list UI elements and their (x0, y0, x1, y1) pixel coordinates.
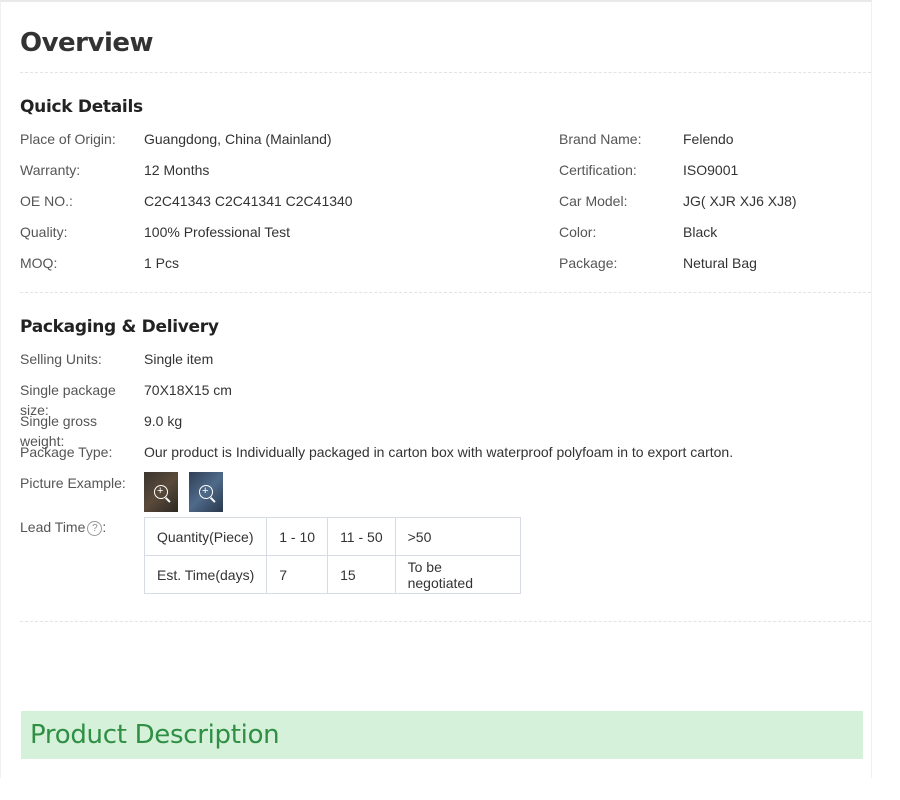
detail-value: 12 Months (144, 162, 210, 178)
divider (20, 621, 871, 622)
packaging-delivery-title: Packaging & Delivery (20, 317, 219, 337)
zoom-icon: + (199, 485, 213, 499)
detail-value: Netural Bag (683, 255, 757, 271)
table-cell: Est. Time(days) (143, 555, 268, 594)
packaging-label: Selling Units: (20, 351, 102, 367)
detail-value: Black (683, 224, 718, 240)
detail-value: Felendo (683, 131, 734, 147)
quick-details-right-column: Brand Name: Felendo Certification: ISO90… (559, 129, 797, 284)
packaging-label: Single package size: (20, 382, 116, 418)
detail-row: Certification: ISO9001 (559, 160, 797, 191)
product-detail-panel: Overview Quick Details Place of Origin: … (0, 0, 872, 778)
table-cell: Quantity(Piece) (143, 517, 268, 556)
detail-label: Certification: (559, 162, 637, 178)
packaging-value: 9.0 kg (144, 413, 183, 429)
table-cell: 7 (266, 555, 329, 594)
picture-example-label: Picture Example: (20, 475, 126, 491)
detail-label: Color: (559, 224, 597, 240)
packaging-value: Our product is Individually packaged in … (144, 444, 734, 460)
detail-label: Car Model: (559, 193, 628, 209)
quick-details-table: Place of Origin: Guangdong, China (Mainl… (20, 129, 871, 284)
detail-row: Brand Name: Felendo (559, 129, 797, 160)
lead-time-value-row: Est. Time(days) 7 15 To be negotiated (143, 555, 521, 594)
table-cell: 15 (327, 555, 396, 594)
detail-value: ISO9001 (683, 162, 739, 178)
detail-label: OE NO.: (20, 193, 73, 209)
quick-details-title: Quick Details (20, 97, 143, 117)
picture-thumbnails: + + (144, 472, 223, 517)
help-icon[interactable]: ? (87, 520, 103, 536)
detail-label: MOQ: (20, 255, 58, 271)
quick-details-left-column: Place of Origin: Guangdong, China (Mainl… (20, 129, 559, 284)
packaging-value: Single item (144, 351, 214, 367)
detail-row: Place of Origin: Guangdong, China (Mainl… (20, 129, 559, 160)
lead-time-header-row: Quantity(Piece) 1 - 10 11 - 50 >50 (143, 517, 521, 556)
detail-label: Place of Origin: (20, 131, 116, 147)
lead-time-label: Lead Time (20, 519, 86, 535)
zoom-icon: + (154, 485, 168, 499)
packaging-row: Package Type: Our product is Individuall… (20, 442, 871, 473)
detail-label: Warranty: (20, 162, 81, 178)
detail-row: OE NO.: C2C41343 C2C41341 C2C41340 (20, 191, 559, 222)
overview-title: Overview (20, 28, 154, 58)
detail-label: Quality: (20, 224, 68, 240)
packaging-row: Selling Units: Single item (20, 349, 871, 380)
packaging-label: Package Type: (20, 444, 113, 460)
packaging-row: Single package size: 70X18X15 cm (20, 380, 871, 418)
table-cell: 1 - 10 (266, 517, 329, 556)
detail-label: Brand Name: (559, 131, 642, 147)
detail-value: 1 Pcs (144, 255, 180, 271)
picture-thumbnail[interactable]: + (189, 472, 223, 512)
detail-value: 100% Professional Test (144, 224, 291, 240)
detail-row: Car Model: JG( XJR XJ6 XJ8) (559, 191, 797, 222)
detail-row: MOQ: 1 Pcs (20, 253, 559, 284)
detail-row: Warranty: 12 Months (20, 160, 559, 191)
detail-value: Guangdong, China (Mainland) (144, 131, 332, 147)
detail-row: Color: Black (559, 222, 797, 253)
lead-time-table: Quantity(Piece) 1 - 10 11 - 50 >50 Est. … (143, 517, 521, 594)
detail-label: Package: (559, 255, 618, 271)
packaging-row: Single gross weight: 9.0 kg (20, 411, 871, 449)
lead-time-label-group: Lead Time?: (20, 519, 107, 536)
table-cell: 11 - 50 (327, 517, 396, 556)
detail-value: JG( XJR XJ6 XJ8) (683, 193, 797, 209)
detail-row: Quality: 100% Professional Test (20, 222, 559, 253)
product-description-header: Product Description (21, 711, 863, 759)
detail-row: Package: Netural Bag (559, 253, 797, 284)
packaging-value: 70X18X15 cm (144, 382, 232, 398)
table-cell: >50 (394, 517, 521, 556)
detail-value: C2C41343 C2C41341 C2C41340 (144, 193, 353, 209)
table-cell: To be negotiated (394, 555, 521, 594)
packaging-label: Single gross weight: (20, 413, 98, 449)
lead-time-row: Lead Time?: Quantity(Piece) 1 - 10 11 - … (20, 517, 871, 594)
picture-example-row: Picture Example: + + (20, 472, 871, 517)
picture-thumbnail[interactable]: + (144, 472, 178, 512)
